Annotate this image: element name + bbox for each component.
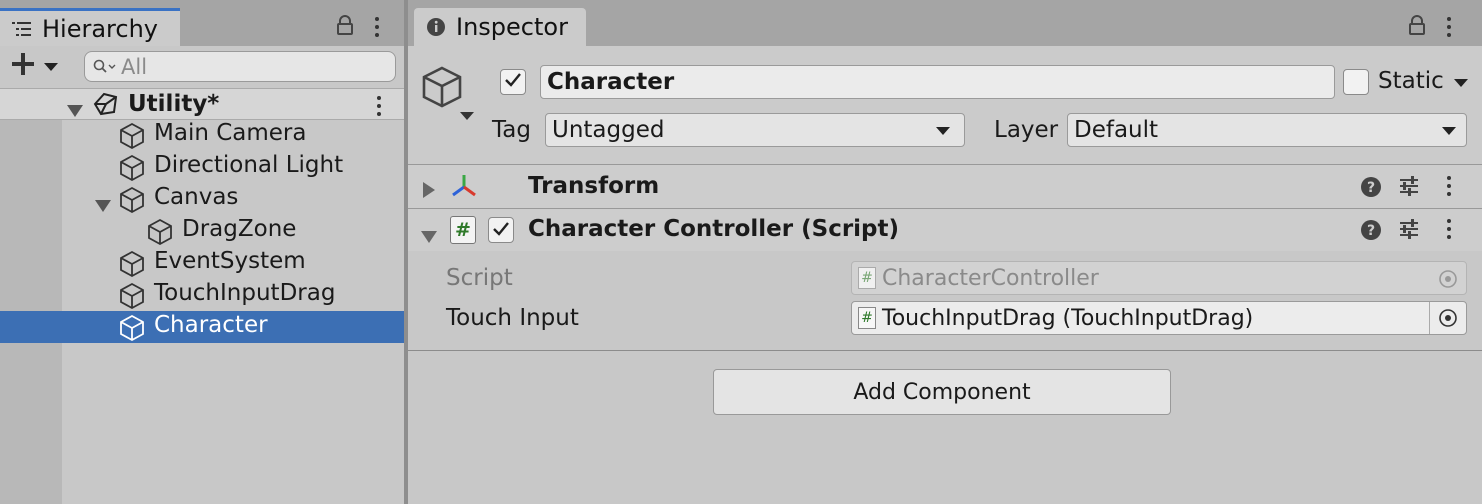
list-item-label: TouchInputDrag <box>154 280 336 306</box>
component-enabled-checkbox[interactable] <box>488 217 514 243</box>
script-hash-icon: # <box>858 307 876 329</box>
transform-icon <box>450 173 478 205</box>
component-menu-icon[interactable] <box>1444 219 1454 239</box>
inspector-header-icons <box>1408 14 1454 40</box>
hierarchy-menu-icon[interactable] <box>372 17 382 37</box>
touch-input-label: Touch Input <box>446 305 579 331</box>
unity-scene-icon <box>92 92 118 122</box>
inspector-panel: Character Static Tag Untagged Layer Defa… <box>408 46 1482 504</box>
lock-icon[interactable] <box>336 15 354 39</box>
object-picker-icon[interactable] <box>1429 302 1466 334</box>
create-button[interactable] <box>10 52 58 82</box>
script-field: # CharacterController <box>851 261 1467 295</box>
settings-sliders-icon[interactable] <box>1398 218 1420 246</box>
add-component-label: Add Component <box>853 379 1031 405</box>
script-value: CharacterController <box>882 265 1099 291</box>
collapse-arrow-icon[interactable] <box>422 179 436 205</box>
scene-header[interactable]: Utility* <box>0 88 404 120</box>
static-dropdown-icon[interactable] <box>1454 79 1468 87</box>
component-name: Character Controller (Script) <box>528 216 900 242</box>
layer-value: Default <box>1074 117 1159 143</box>
tab-hierarchy[interactable]: Hierarchy <box>0 8 180 46</box>
list-item[interactable]: DragZone <box>62 215 404 247</box>
list-item-label: Canvas <box>154 184 239 210</box>
character-controller-component-header[interactable]: # Character Controller (Script) ? <box>408 209 1482 251</box>
add-component-button[interactable]: Add Component <box>713 369 1171 415</box>
tab-hierarchy-label: Hierarchy <box>42 14 159 43</box>
svg-text:?: ? <box>1367 180 1375 196</box>
info-icon <box>426 17 446 37</box>
plus-icon <box>10 51 36 83</box>
gameobject-icon[interactable] <box>420 66 490 124</box>
list-item-selected[interactable]: Character <box>0 311 404 343</box>
list-item-label: DragZone <box>182 216 297 242</box>
component-name: Transform <box>528 173 660 199</box>
chevron-down-icon <box>44 63 58 71</box>
list-icon <box>12 21 32 37</box>
list-item[interactable]: Main Camera <box>62 119 404 151</box>
object-header: Character Static Tag Untagged Layer Defa… <box>408 46 1482 164</box>
search-placeholder: All <box>121 54 148 79</box>
static-checkbox[interactable] <box>1343 69 1369 95</box>
list-item[interactable]: EventSystem <box>62 247 404 279</box>
gameobject-icon <box>118 314 146 348</box>
expand-arrow-icon[interactable] <box>420 224 438 250</box>
inspector-menu-icon[interactable] <box>1444 17 1454 37</box>
list-item-label: Directional Light <box>154 152 344 178</box>
object-name-field[interactable]: Character <box>540 65 1335 99</box>
hierarchy-header-icons <box>336 14 382 40</box>
list-item-label: Character <box>154 312 268 338</box>
help-icon[interactable]: ? <box>1360 176 1382 204</box>
chevron-down-icon <box>936 127 950 135</box>
tag-dropdown[interactable]: Untagged <box>545 113 965 147</box>
chevron-down-icon <box>1442 127 1456 135</box>
script-hash-icon: # <box>450 216 476 244</box>
help-icon[interactable]: ? <box>1360 219 1382 247</box>
object-picker-icon <box>1438 269 1458 295</box>
script-hash-icon: # <box>858 267 876 289</box>
check-icon <box>504 72 522 92</box>
tag-label: Tag <box>492 117 531 143</box>
hierarchy-toolbar: All <box>0 46 404 88</box>
hierarchy-panel: All Utility* Main Camera Directional Lig… <box>0 46 404 504</box>
active-checkbox[interactable] <box>500 69 526 95</box>
component-menu-icon[interactable] <box>1444 176 1454 196</box>
svg-text:?: ? <box>1367 223 1375 239</box>
hierarchy-search-input[interactable]: All <box>84 51 396 82</box>
scene-name: Utility* <box>128 91 220 117</box>
layer-label: Layer <box>994 117 1059 143</box>
static-label[interactable]: Static <box>1378 68 1444 94</box>
list-item-label: EventSystem <box>154 248 306 274</box>
touch-input-field[interactable]: # TouchInputDrag (TouchInputDrag) <box>851 301 1467 335</box>
script-label: Script <box>446 265 513 291</box>
transform-component-header[interactable]: Transform ? <box>408 165 1482 208</box>
list-item[interactable]: Directional Light <box>62 151 404 183</box>
search-icon <box>93 59 117 75</box>
tab-inspector-label: Inspector <box>456 13 568 41</box>
list-item[interactable]: Canvas <box>62 183 404 215</box>
settings-sliders-icon[interactable] <box>1398 175 1420 203</box>
divider <box>408 350 1482 351</box>
lock-icon[interactable] <box>1408 15 1426 39</box>
tab-inspector[interactable]: Inspector <box>414 8 586 46</box>
tag-value: Untagged <box>552 117 665 143</box>
object-name: Character <box>547 69 675 95</box>
list-item-label: Main Camera <box>154 120 307 146</box>
check-icon <box>492 217 510 243</box>
touch-input-value: TouchInputDrag (TouchInputDrag) <box>882 305 1254 331</box>
layer-dropdown[interactable]: Default <box>1067 113 1467 147</box>
scene-menu-icon[interactable] <box>374 96 384 116</box>
list-item[interactable]: TouchInputDrag <box>62 279 404 311</box>
